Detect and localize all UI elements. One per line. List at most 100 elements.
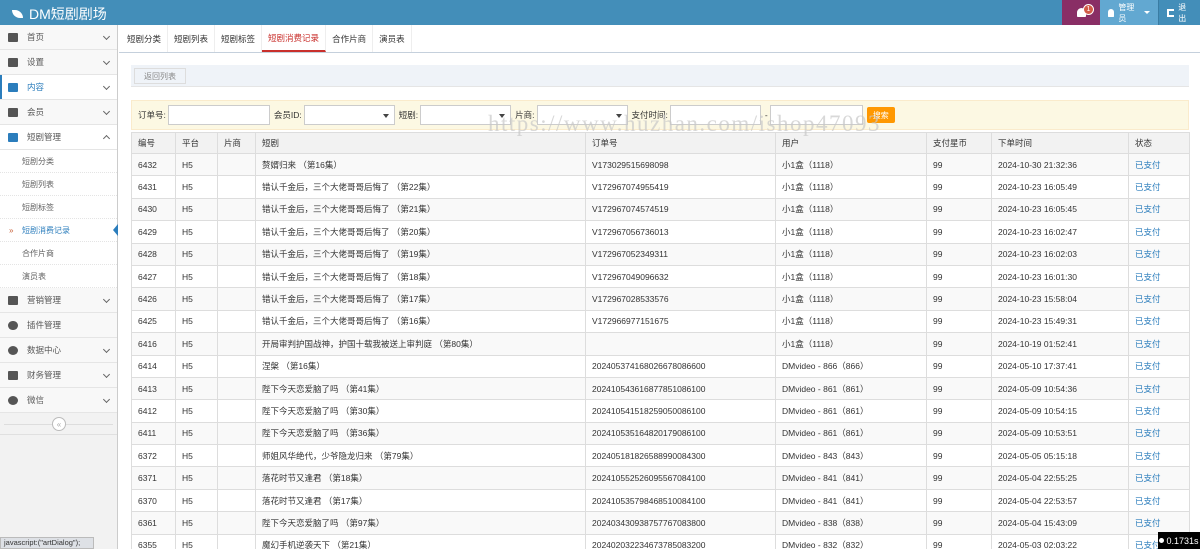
id-cell: 6414 bbox=[131, 354, 176, 378]
status-cell[interactable]: 已支付 bbox=[1128, 354, 1190, 378]
sidebar-item-drama-management[interactable]: 短剧管理 bbox=[0, 125, 117, 150]
coins-cell: 99 bbox=[926, 488, 992, 513]
status-cell[interactable]: 已支付 bbox=[1128, 332, 1190, 356]
platform-cell: H5 bbox=[175, 175, 218, 199]
drama-cell: 师姐风华绝代，少爷隐龙归来 （第79集） bbox=[255, 444, 586, 468]
notification-button[interactable]: 1 bbox=[1062, 0, 1100, 25]
sidebar-subitem-cast[interactable]: 演员表 bbox=[0, 265, 117, 288]
logout-button[interactable]: 退出 bbox=[1158, 0, 1200, 25]
id-cell: 6416 bbox=[131, 332, 176, 356]
sidebar-subitem-drama-category[interactable]: 短剧分类 bbox=[0, 150, 117, 173]
sidebar-item-finance[interactable]: 财务管理 bbox=[0, 363, 117, 388]
drama-cell: 陛下今天恋爱脑了吗 （第97集） bbox=[255, 511, 586, 535]
platform-cell: H5 bbox=[175, 421, 218, 446]
notification-badge: 1 bbox=[1083, 4, 1094, 15]
order-no-cell: V172967052349311 bbox=[585, 242, 776, 266]
tab-drama-category[interactable]: 短剧分类 bbox=[121, 25, 169, 52]
tab-drama-tags[interactable]: 短剧标签 bbox=[215, 25, 263, 52]
sidebar-subitem-drama-tags[interactable]: 短剧标签 bbox=[0, 196, 117, 219]
vendor-cell bbox=[217, 287, 256, 311]
status-cell[interactable]: 已支付 bbox=[1128, 421, 1190, 446]
order-no-cell: 20241054151825905008610​0 bbox=[585, 399, 776, 423]
back-to-list-button[interactable]: 返回列表 bbox=[134, 68, 186, 84]
sidebar-item-plugins[interactable]: 插件管理 bbox=[0, 313, 117, 338]
drama-cell: 错认千金后，三个大佬哥哥后悔了 （第16集） bbox=[255, 309, 586, 334]
id-cell: 6430 bbox=[131, 197, 176, 222]
status-cell[interactable]: 已支付 bbox=[1128, 399, 1190, 423]
search-button[interactable]: 搜索 bbox=[866, 107, 895, 123]
user-cell: 小1盒（1118） bbox=[775, 332, 927, 356]
sidebar-subitem-partner-vendors[interactable]: 合作片商 bbox=[0, 242, 117, 265]
sidebar-subitem-consumption-records[interactable]: » 短剧消费记录 bbox=[0, 219, 118, 242]
tab-partner-vendors[interactable]: 合作片商 bbox=[326, 25, 374, 52]
vendor-cell bbox=[217, 399, 256, 423]
status-cell[interactable]: 已支付 bbox=[1128, 309, 1190, 334]
coins-cell: 99 bbox=[926, 287, 992, 311]
platform-cell: H5 bbox=[175, 309, 218, 334]
order-no-cell: 20241055252609556708410​0 bbox=[585, 466, 776, 490]
vendor-cell bbox=[217, 197, 256, 222]
id-cell: 6426 bbox=[131, 287, 176, 311]
user-menu[interactable]: 管理员 bbox=[1100, 0, 1158, 25]
member-id-select[interactable] bbox=[303, 105, 395, 125]
logout-icon bbox=[1167, 8, 1175, 17]
sidebar-item-data-center[interactable]: 数据中心 bbox=[0, 338, 117, 363]
tab-consumption-records[interactable]: 短剧消费记录 bbox=[262, 25, 327, 52]
sidebar-item-settings[interactable]: 设置 bbox=[0, 50, 117, 75]
sidebar-item-members[interactable]: 会员 bbox=[0, 100, 117, 125]
status-cell[interactable]: 已支付 bbox=[1128, 242, 1190, 266]
gear-icon bbox=[8, 57, 18, 67]
vendor-select[interactable] bbox=[536, 105, 628, 125]
pay-time-start-input[interactable] bbox=[669, 105, 761, 125]
platform-cell: H5 bbox=[175, 152, 218, 177]
sidebar-subitem-label: 短剧标签 bbox=[22, 202, 54, 212]
platform-cell: H5 bbox=[175, 376, 218, 401]
vendor-cell bbox=[217, 444, 256, 468]
tab-cast[interactable]: 演员表 bbox=[373, 25, 412, 52]
table-row: 6426 H5 错认千金后，三个大佬哥哥后悔了 （第17集） V17296702853… bbox=[131, 287, 1190, 311]
order-time-cell: 2024-10-23 16:05:45 bbox=[991, 197, 1129, 222]
status-cell[interactable]: 已支付 bbox=[1128, 197, 1190, 222]
table-row: 6412 H5 陛下今天恋爱脑了吗 （第30集） 202410541518259050… bbox=[131, 399, 1190, 423]
status-cell[interactable]: 已支付 bbox=[1128, 175, 1190, 199]
status-cell[interactable]: 已支付 bbox=[1128, 376, 1190, 401]
pay-time-end-input[interactable] bbox=[769, 105, 863, 125]
order-time-cell: 2024-10-23 16:01:30 bbox=[991, 264, 1129, 289]
timer-value: 0.1731s bbox=[1166, 535, 1199, 546]
table-row: 6416 H5 开局审判护国战神，护国十载我被送上审判庭 （第80集） 小1盒（111… bbox=[131, 332, 1190, 356]
platform-cell: H5 bbox=[175, 197, 218, 222]
status-cell[interactable]: 已支付 bbox=[1128, 152, 1190, 177]
id-cell: 6361 bbox=[131, 511, 176, 535]
status-cell[interactable]: 已支付 bbox=[1128, 511, 1190, 535]
sidebar-subitem-label: 短剧消费记录 bbox=[22, 225, 70, 235]
pay-time-label: 支付时间: bbox=[631, 110, 668, 120]
sidebar-item-wechat[interactable]: 微信 bbox=[0, 388, 117, 413]
status-cell[interactable]: 已支付 bbox=[1128, 220, 1190, 244]
order-no-input[interactable] bbox=[167, 105, 270, 125]
sidebar-item-content[interactable]: 内容 bbox=[0, 75, 117, 100]
coins-cell: 99 bbox=[926, 399, 992, 423]
sidebar-subitem-drama-list[interactable]: 短剧列表 bbox=[0, 173, 117, 196]
drama-cell: 陛下今天恋爱脑了吗 （第41集） bbox=[255, 376, 586, 401]
coins-cell: 99 bbox=[926, 376, 992, 401]
id-cell: 6355 bbox=[131, 533, 176, 549]
order-time-cell: 2024-10-23 16:05:49 bbox=[991, 175, 1129, 199]
sidebar-item-marketing[interactable]: 营销管理 bbox=[0, 288, 117, 313]
status-cell[interactable]: 已支付 bbox=[1128, 287, 1190, 311]
table-row: 6429 H5 错认千金后，三个大佬哥哥后悔了 （第20集） V17296705673… bbox=[131, 220, 1190, 244]
sidebar-item-label: 数据中心 bbox=[27, 345, 62, 355]
status-cell[interactable]: 已支付 bbox=[1128, 264, 1190, 289]
app-brand[interactable]: DM短剧剧场 bbox=[12, 4, 107, 24]
collapse-sidebar-icon[interactable]: « bbox=[52, 417, 66, 431]
date-range-separator: - bbox=[764, 110, 768, 120]
status-cell[interactable]: 已支付 bbox=[1128, 488, 1190, 513]
platform-cell: H5 bbox=[175, 488, 218, 513]
order-no-cell: 20240343093875776708380​0 bbox=[585, 511, 776, 535]
status-cell[interactable]: 已支付 bbox=[1128, 466, 1190, 490]
status-cell[interactable]: 已支付 bbox=[1128, 444, 1190, 468]
drama-select[interactable] bbox=[420, 105, 512, 125]
sidebar-item-home[interactable]: 首页 bbox=[0, 25, 117, 50]
filter-bar: 订单号: 会员ID: 短剧: 片商: 支付时间: - 搜索 bbox=[131, 100, 1189, 130]
tab-drama-list[interactable]: 短剧列表 bbox=[168, 25, 216, 52]
coins-cell: 99 bbox=[926, 264, 992, 289]
